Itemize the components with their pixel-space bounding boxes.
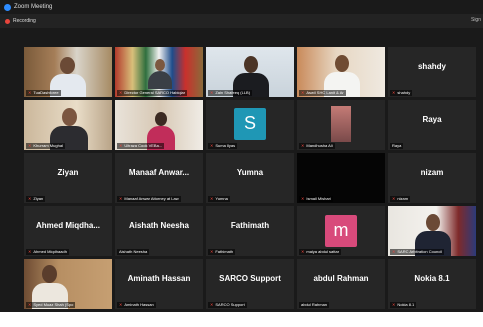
participant-label: ✕ shahdy xyxy=(390,90,413,96)
participant-name: Nokia 8.1 xyxy=(414,274,450,283)
video-tile[interactable]: ✕ Director General SARCO Habiqlar xyxy=(115,47,203,97)
recording-label[interactable]: Recording xyxy=(13,18,36,24)
video-tile[interactable]: Aminath Hassan ✕ Aminath Hassan xyxy=(115,259,203,309)
video-tile[interactable]: SARCO Support ✕ SARCO Support xyxy=(206,259,294,309)
muted-mic-icon: ✕ xyxy=(28,302,32,307)
video-tile[interactable]: Ahmed Miqdha... ✕ Ahmed Miqdhaadh xyxy=(24,206,112,256)
participant-name: Ahmed Miqdha... xyxy=(36,221,100,230)
muted-mic-icon: ✕ xyxy=(119,143,123,148)
participant-name: abdul Rahman xyxy=(313,274,369,283)
participant-label: ✕ Ziyan xyxy=(26,196,46,202)
zoom-logo-icon xyxy=(4,3,11,11)
video-tile[interactable]: nizam ✕ nizam xyxy=(388,153,476,203)
participant-label: ✕ malya abdul sattar xyxy=(299,249,342,255)
participant-label: ✕ Ismail Mishari xyxy=(299,196,333,202)
muted-mic-icon: ✕ xyxy=(301,143,305,148)
muted-mic-icon: ✕ xyxy=(28,196,32,201)
muted-mic-icon: ✕ xyxy=(28,90,32,95)
muted-mic-icon: ✕ xyxy=(210,196,214,201)
muted-mic-icon: ✕ xyxy=(301,90,305,95)
window-title: Zoom Meeting xyxy=(14,4,53,10)
participant-label: Raya xyxy=(390,143,404,149)
profile-photo xyxy=(331,106,351,142)
video-tile[interactable]: Aishath Neesha Aishath Neesha xyxy=(115,206,203,256)
participant-label: ✕ Nokia 8.1 xyxy=(390,302,417,308)
participant-label: ✕ SARC Arbitration Council xyxy=(390,249,445,255)
video-tile[interactable]: shahdy ✕ shahdy xyxy=(388,47,476,97)
muted-mic-icon: ✕ xyxy=(28,143,32,148)
participant-label: ✕ Khurram Mughal xyxy=(26,143,65,149)
participant-label: ✕ Ahmed Miqdhaadh xyxy=(26,249,69,255)
video-tile[interactable]: ✕ Ultraza Cook VEBa... xyxy=(115,100,203,150)
recording-bar: Recording Sign xyxy=(0,14,483,28)
avatar: S xyxy=(234,108,266,140)
participant-name: nizam xyxy=(420,168,444,177)
participant-name: Fathimath xyxy=(230,221,270,230)
muted-mic-icon: ✕ xyxy=(392,196,396,201)
video-tile[interactable]: ✕ Syed Muaz Shah (Spo xyxy=(24,259,112,309)
muted-mic-icon: ✕ xyxy=(392,302,396,307)
video-tile[interactable]: Raya Raya xyxy=(388,100,476,150)
video-tile[interactable]: Yumna ✕ Yumna xyxy=(206,153,294,203)
video-tile[interactable]: ✕ Zain Shafeeq (LLB) xyxy=(206,47,294,97)
avatar: m xyxy=(325,215,357,247)
participant-label: ✕ Mandhusha Ali xyxy=(299,143,335,149)
sign-label[interactable]: Sign xyxy=(471,17,481,23)
participant-label: ✕ Zain Shafeeq (LLB) xyxy=(208,90,253,96)
video-tile[interactable]: Nokia 8.1 ✕ Nokia 8.1 xyxy=(388,259,476,309)
video-tile[interactable]: Ziyan ✕ Ziyan xyxy=(24,153,112,203)
muted-mic-icon: ✕ xyxy=(392,249,396,254)
participant-name: Yumna xyxy=(236,168,264,177)
video-tile[interactable]: ✕ Aswil SHC Lanit & Ar xyxy=(297,47,385,97)
video-tile[interactable]: ✕ Khurram Mughal xyxy=(24,100,112,150)
video-tile[interactable]: ✕ Ismail Mishari xyxy=(297,153,385,203)
participant-label: ✕ Suma Ilyas xyxy=(208,143,238,149)
participant-name: SARCO Support xyxy=(219,274,281,283)
video-tile[interactable]: abdul Rahman abdul Rahman xyxy=(297,259,385,309)
video-gallery: ✕ TuaDashforee ✕ Director General SARCO Ha… xyxy=(0,28,483,312)
muted-mic-icon: ✕ xyxy=(210,90,214,95)
participant-label: ✕ Yumna xyxy=(208,196,230,202)
participant-label: abdul Rahman xyxy=(299,302,330,308)
participant-name: Manaaf Anwar... xyxy=(128,168,190,177)
video-tile[interactable]: S ✕ Suma Ilyas xyxy=(206,100,294,150)
muted-mic-icon: ✕ xyxy=(392,90,396,95)
participant-name: Ziyan xyxy=(57,168,79,177)
video-tile[interactable]: Fathimath ✕ Fathimath xyxy=(206,206,294,256)
participant-label: ✕ Manaaf Anwar Attorney at Law xyxy=(117,196,181,202)
video-tile[interactable]: ✕ SARC Arbitration Council xyxy=(388,206,476,256)
participant-label: ✕ nizam xyxy=(390,196,411,202)
muted-mic-icon: ✕ xyxy=(210,249,214,254)
muted-mic-icon: ✕ xyxy=(301,196,305,201)
video-tile[interactable]: m ✕ malya abdul sattar xyxy=(297,206,385,256)
muted-mic-icon: ✕ xyxy=(119,302,123,307)
recording-icon xyxy=(5,18,10,24)
video-tile[interactable]: Manaaf Anwar... ✕ Manaaf Anwar Attorney a… xyxy=(115,153,203,203)
participant-label: ✕ TuaDashforee xyxy=(26,90,61,96)
participant-label: ✕ Syed Muaz Shah (Spo xyxy=(26,302,76,308)
muted-mic-icon: ✕ xyxy=(210,143,214,148)
participant-name: shahdy xyxy=(417,62,446,71)
participant-label: ✕ SARCO Support xyxy=(208,302,247,308)
video-tile[interactable]: ✕ Mandhusha Ali xyxy=(297,100,385,150)
participant-label: Aishath Neesha xyxy=(117,249,150,255)
muted-mic-icon: ✕ xyxy=(119,196,123,201)
muted-mic-icon: ✕ xyxy=(119,90,123,95)
muted-mic-icon: ✕ xyxy=(210,302,214,307)
muted-mic-icon: ✕ xyxy=(301,249,305,254)
participant-name: Raya xyxy=(422,115,442,124)
participant-label: ✕ Ultraza Cook VEBa... xyxy=(117,143,165,149)
participant-label: ✕ Aminath Hassan xyxy=(117,302,156,308)
participant-name: Aishath Neesha xyxy=(128,221,190,230)
participant-label: ✕ Fathimath xyxy=(208,249,236,255)
bottom-strip xyxy=(0,312,483,327)
video-tile[interactable]: ✕ TuaDashforee xyxy=(24,47,112,97)
muted-mic-icon: ✕ xyxy=(28,249,32,254)
window-titlebar: Zoom Meeting xyxy=(0,0,483,14)
participant-label: ✕ Aswil SHC Lanit & Ar xyxy=(299,90,346,96)
participant-label: ✕ Director General SARCO Habiqlar xyxy=(117,90,188,96)
participant-name: Aminath Hassan xyxy=(127,274,191,283)
